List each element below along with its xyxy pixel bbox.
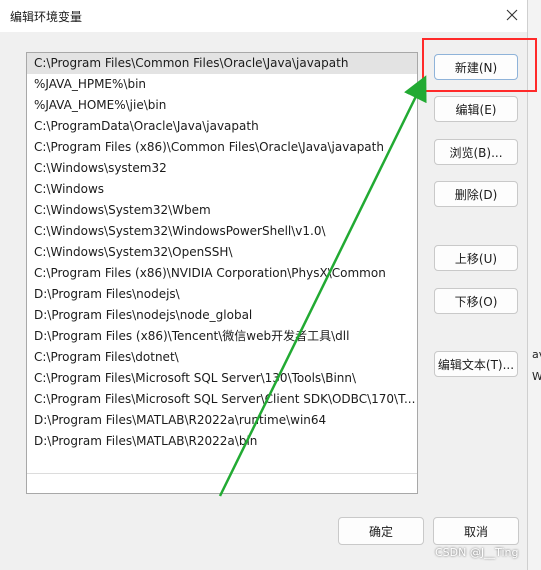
list-item[interactable]: C:\Program Files\Common Files\Oracle\Jav… [27,53,417,74]
list-item[interactable]: %JAVA_HPME%\bin [27,74,417,95]
window-title: 编辑环境变量 [10,10,83,24]
move-up-button[interactable]: 上移(U) [434,245,518,271]
list-item[interactable]: C:\ProgramData\Oracle\Java\javapath [27,116,417,137]
list-item[interactable]: C:\Windows\system32 [27,158,417,179]
list-item[interactable]: C:\Program Files (x86)\NVIDIA Corporatio… [27,263,417,284]
watermark: CSDN @J__Ting [435,546,519,559]
background-text-fragment: av [532,348,541,361]
close-button[interactable] [498,2,526,28]
edit-env-var-dialog: 编辑环境变量 C:\Program Files\Common Files\Ora… [0,0,528,570]
title-bar: 编辑环境变量 [0,0,528,32]
list-item[interactable]: C:\Windows\System32\WindowsPowerShell\v1… [27,221,417,242]
list-item[interactable]: D:\Program Files\MATLAB\R2022a\runtime\w… [27,410,417,431]
edit-button[interactable]: 编辑(E) [434,96,518,122]
list-item[interactable]: %JAVA_HOME%\jie\bin [27,95,417,116]
ok-button[interactable]: 确定 [338,517,424,545]
background-window-right: av W [527,0,541,570]
background-text-fragment: W [532,370,541,383]
list-item[interactable]: D:\Program Files\nodejs\ [27,284,417,305]
delete-button[interactable]: 删除(D) [434,181,518,207]
list-item[interactable]: C:\Program Files (x86)\Common Files\Orac… [27,137,417,158]
list-item[interactable]: C:\Windows\System32\OpenSSH\ [27,242,417,263]
list-item[interactable]: C:\Program Files\Microsoft SQL Server\Cl… [27,389,417,410]
list-item[interactable]: D:\Program Files (x86)\Tencent\微信web开发者工… [27,326,417,347]
list-item[interactable]: C:\Windows\System32\Wbem [27,200,417,221]
browse-button[interactable]: 浏览(B)... [434,139,518,165]
move-down-button[interactable]: 下移(O) [434,288,518,314]
list-item[interactable]: C:\Program Files\dotnet\ [27,347,417,368]
cancel-button[interactable]: 取消 [433,517,519,545]
list-item[interactable]: D:\Program Files\nodejs\node_global [27,305,417,326]
list-item[interactable]: C:\Windows [27,179,417,200]
path-list[interactable]: C:\Program Files\Common Files\Oracle\Jav… [26,52,418,494]
close-icon [506,9,518,21]
edit-text-button[interactable]: 编辑文本(T)... [434,351,518,377]
new-button[interactable]: 新建(N) [434,54,518,80]
list-item[interactable]: D:\Program Files\MATLAB\R2022a\bin [27,431,417,452]
list-item[interactable]: C:\Program Files\Microsoft SQL Server\13… [27,368,417,389]
list-item-new-empty[interactable] [27,452,417,474]
